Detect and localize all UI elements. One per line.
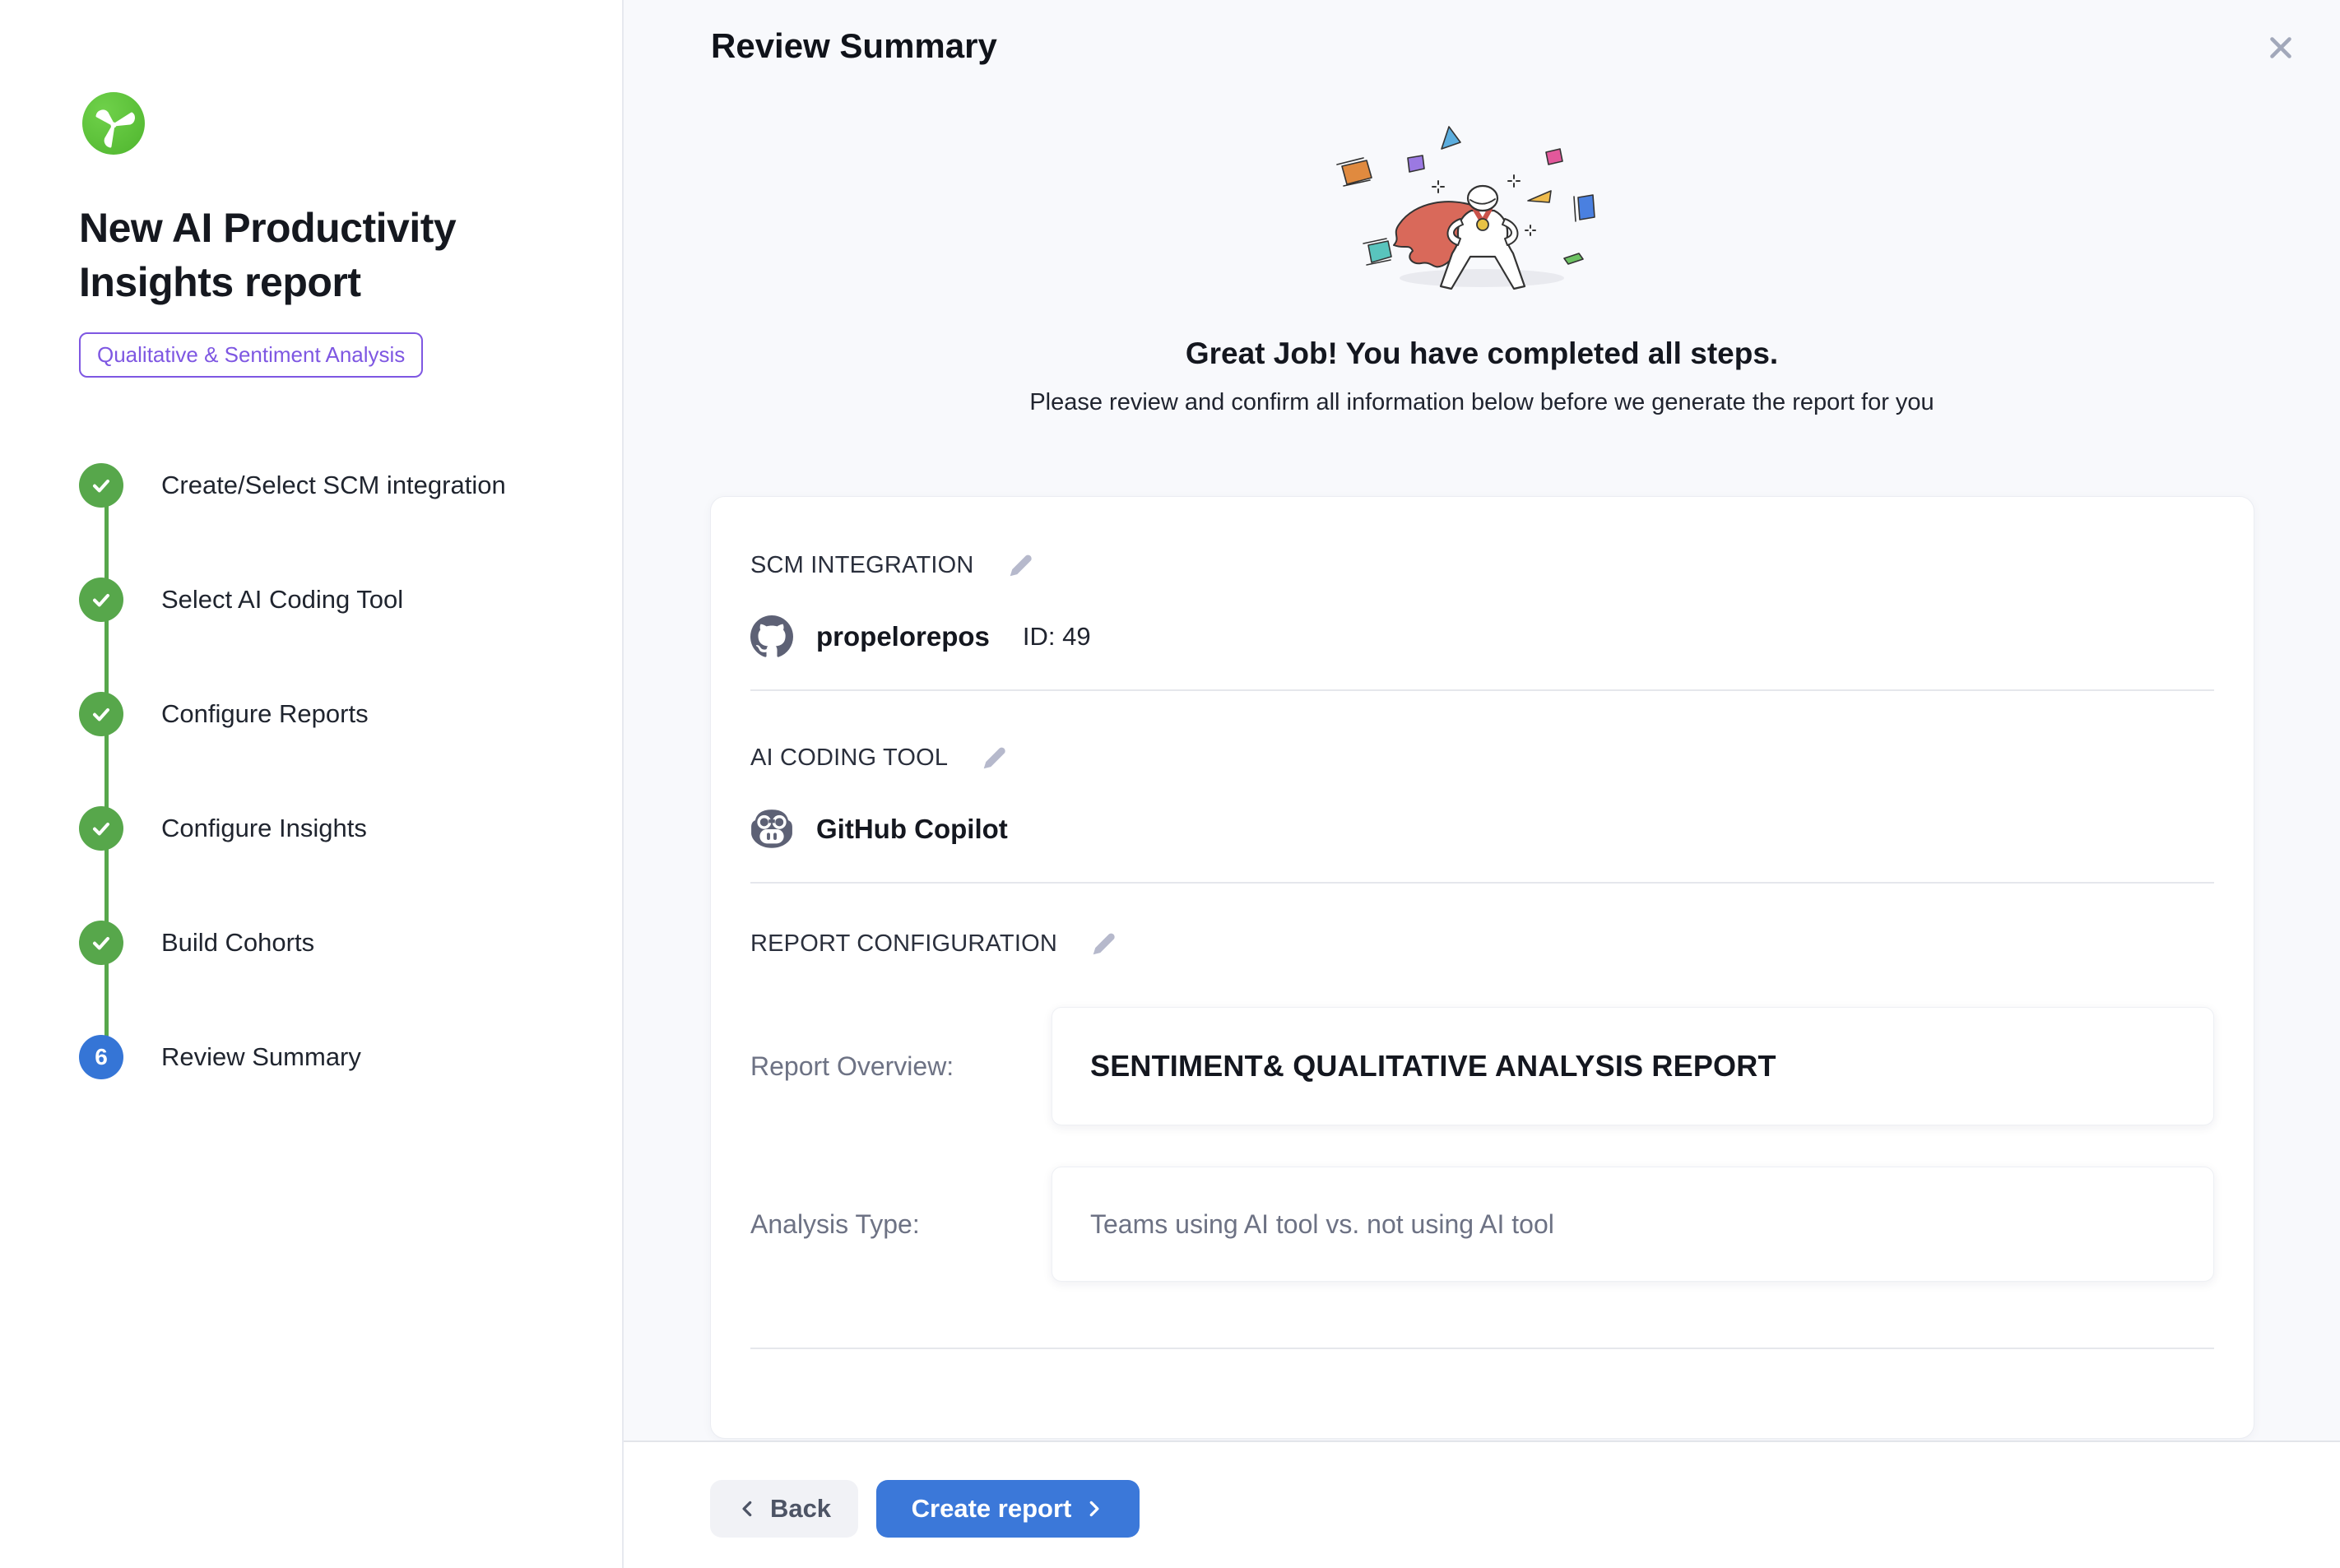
step-item-configure-reports[interactable]: Configure Reports [79, 692, 589, 806]
report-overview-value-box: SENTIMENT& QUALITATIVE ANALYSIS REPORT [1052, 1007, 2214, 1125]
edit-ai-coding-tool-icon[interactable] [976, 739, 1014, 777]
report-wizard: New AI Productivity Insights report Qual… [0, 0, 2340, 1568]
page-title: Review Summary [711, 26, 997, 66]
report-overview-value: SENTIMENT& QUALITATIVE ANALYSIS REPORT [1090, 1049, 1776, 1083]
chevron-right-icon [1083, 1498, 1104, 1519]
congrats-block: Great Job! You have completed all steps.… [624, 115, 2340, 416]
chevron-left-icon [737, 1498, 759, 1519]
scm-integration-id: ID: 49 [1023, 622, 1091, 652]
section-divider [750, 689, 2214, 691]
step-number-badge: 6 [79, 1035, 123, 1079]
create-report-button[interactable]: Create report [876, 1480, 1140, 1538]
close-icon[interactable] [2261, 28, 2301, 67]
step-label: Select AI Coding Tool [161, 578, 403, 622]
analysis-type-row: Analysis Type: Teams using AI tool vs. n… [750, 1167, 2214, 1282]
scm-integration-label: SCM INTEGRATION [750, 552, 974, 579]
celebration-illustration [1309, 115, 1655, 321]
section-divider [750, 882, 2214, 884]
step-complete-check-icon [79, 578, 123, 622]
step-item-build-cohorts[interactable]: Build Cohorts [79, 921, 589, 1035]
wizard-footer: Back Create report [624, 1440, 2340, 1568]
report-type-badge: Qualitative & Sentiment Analysis [79, 332, 423, 378]
wizard-sidebar: New AI Productivity Insights report Qual… [0, 0, 624, 1568]
step-item-review-summary[interactable]: 6 Review Summary [79, 1035, 589, 1149]
step-label: Configure Insights [161, 806, 367, 851]
ai-coding-tool-value-row: GitHub Copilot [750, 806, 2214, 852]
github-icon [750, 615, 793, 658]
review-summary-panel: Review Summary [624, 0, 2340, 1568]
step-complete-check-icon [79, 806, 123, 851]
report-overview-field-label: Report Overview: [750, 1051, 1052, 1082]
wizard-title: New AI Productivity Insights report [79, 201, 507, 309]
step-label: Create/Select SCM integration [161, 463, 506, 508]
scm-integration-name: propelorepos [816, 621, 990, 652]
analysis-type-value-box: Teams using AI tool vs. not using AI too… [1052, 1167, 2214, 1282]
back-button[interactable]: Back [710, 1480, 858, 1538]
step-complete-check-icon [79, 921, 123, 965]
propelo-logo-icon [82, 92, 145, 155]
ai-coding-tool-label: AI CODING TOOL [750, 745, 948, 772]
section-divider [750, 1348, 2214, 1349]
back-button-label: Back [770, 1494, 831, 1524]
step-item-configure-insights[interactable]: Configure Insights [79, 806, 589, 921]
report-configuration-label: REPORT CONFIGURATION [750, 930, 1057, 958]
step-item-ai-coding-tool[interactable]: Select AI Coding Tool [79, 578, 589, 692]
step-label: Review Summary [161, 1035, 361, 1079]
github-copilot-icon [750, 808, 793, 851]
step-label: Build Cohorts [161, 921, 314, 965]
create-report-button-label: Create report [912, 1494, 1072, 1524]
analysis-type-value: Teams using AI tool vs. not using AI too… [1090, 1209, 1554, 1240]
edit-report-configuration-icon[interactable] [1085, 925, 1123, 963]
analysis-type-field-label: Analysis Type: [750, 1209, 1052, 1240]
ai-coding-tool-name: GitHub Copilot [816, 814, 1008, 845]
step-complete-check-icon [79, 463, 123, 508]
wizard-stepper: Create/Select SCM integration Select AI … [79, 463, 589, 1149]
step-complete-check-icon [79, 692, 123, 736]
report-overview-row: Report Overview: SENTIMENT& QUALITATIVE … [750, 1007, 2214, 1125]
congrats-subtext: Please review and confirm all informatio… [624, 389, 2340, 416]
review-summary-card: SCM INTEGRATION propelorepos ID: 49 AI C… [710, 496, 2254, 1439]
scm-integration-value-row: propelorepos ID: 49 [750, 614, 2214, 660]
step-label: Configure Reports [161, 692, 369, 736]
edit-scm-integration-icon[interactable] [1002, 546, 1040, 584]
step-item-scm-integration[interactable]: Create/Select SCM integration [79, 463, 589, 578]
congrats-heading: Great Job! You have completed all steps. [624, 336, 2340, 371]
